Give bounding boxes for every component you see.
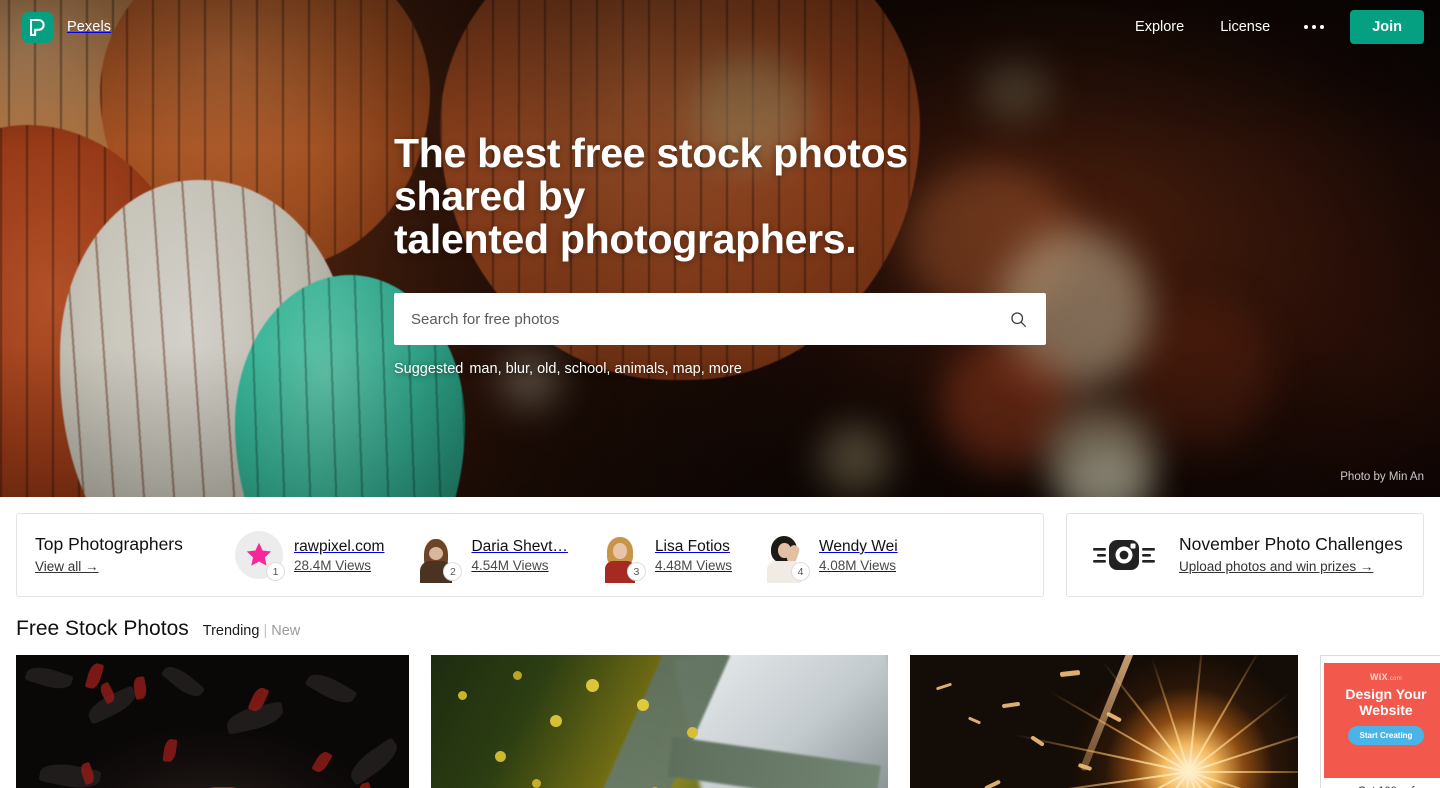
suggested-tag-map[interactable]: map — [673, 361, 701, 377]
ad-brand: WiX.com — [1369, 672, 1403, 682]
join-button[interactable]: Join — [1350, 10, 1424, 44]
avatar: 2 — [412, 531, 463, 583]
ad-body: WiX.com Design Your Website Start Creati… — [1324, 663, 1440, 778]
photographer-info: rawpixel.com 28.4M Views — [294, 537, 384, 573]
hero-banner: Pexels Explore License Join The best fre… — [0, 0, 1440, 497]
photographer-item-lisa[interactable]: 3 Lisa Fotios 4.48M Views — [596, 531, 732, 583]
photographer-item-daria[interactable]: 2 Daria Shevt… 4.54M Views — [412, 531, 568, 583]
top-photographers-header: Top Photographers View all → — [35, 534, 207, 576]
hero-title: The best free stock photos shared by tal… — [394, 130, 1046, 263]
ad-footer-text: Get 100s of — [1321, 784, 1440, 788]
top-photographers-title: Top Photographers — [35, 534, 183, 555]
brand-name: Pexels — [67, 19, 112, 35]
search-input[interactable] — [394, 293, 1046, 346]
ad-headline: Design Your Website — [1345, 686, 1427, 718]
photographer-info: Lisa Fotios 4.48M Views — [655, 537, 732, 573]
suggested-label: Suggested — [394, 361, 464, 378]
hero-title-line-1: The best free stock photos shared by — [394, 130, 908, 220]
suggested-tag-blur[interactable]: blur — [506, 361, 529, 377]
search-icon[interactable] — [998, 293, 1038, 345]
brand-home-link[interactable]: Pexels — [22, 11, 112, 43]
free-stock-photos-header: Free Stock Photos Trending | New — [0, 597, 1440, 641]
photo-thumbnail — [431, 655, 888, 788]
ad-headline-line-1: Design Your — [1345, 686, 1427, 702]
rank-badge: 1 — [266, 562, 285, 581]
photographer-views: 28.4M Views — [294, 558, 372, 574]
hero-content: The best free stock photos shared by tal… — [394, 130, 1046, 378]
section-title: Free Stock Photos — [16, 617, 189, 640]
camera-icon — [1089, 535, 1161, 575]
ad-cta-button[interactable]: Start Creating — [1347, 726, 1425, 746]
nav-link-license[interactable]: License — [1202, 11, 1288, 43]
photographer-views: 4.08M Views — [818, 558, 897, 574]
suggested-tag-more[interactable]: more — [709, 361, 742, 377]
photo-challenges-title: November Photo Challenges — [1179, 534, 1403, 555]
photographer-views: 4.48M Views — [654, 558, 732, 574]
avatar: 1 — [235, 531, 285, 581]
tab-new[interactable]: New — [271, 623, 300, 639]
avatar: 3 — [596, 531, 646, 583]
pexels-logo-icon — [22, 11, 53, 43]
photographer-name: Daria Shevt… — [471, 537, 568, 555]
photographer-item-wendy[interactable]: 4 Wendy Wei 4.08M Views — [760, 531, 898, 583]
feature-strip: Top Photographers View all → 1 rawpixel.… — [0, 497, 1440, 597]
photo-credit: Photo by Min An — [1340, 471, 1424, 483]
tab-trending[interactable]: Trending — [203, 623, 260, 639]
photographer-name: Wendy Wei — [818, 537, 898, 555]
photographer-name: Lisa Fotios — [654, 537, 730, 555]
photographer-name: rawpixel.com — [294, 537, 385, 555]
photographer-info: Daria Shevt… 4.54M Views — [471, 537, 567, 573]
view-all-link[interactable]: View all → — [35, 559, 99, 574]
hero-title-line-2: talented photographers. — [394, 216, 857, 263]
nav-link-explore[interactable]: Explore — [1117, 11, 1202, 43]
upload-photos-link[interactable]: Upload photos and win prizes → — [1179, 559, 1373, 574]
suggested-tag-animals[interactable]: animals — [614, 361, 664, 377]
photo-thumbnail — [16, 655, 409, 788]
nav-right-group: Explore License Join — [1117, 10, 1424, 44]
ellipsis-icon[interactable] — [1288, 15, 1340, 39]
top-photographers-card: Top Photographers View all → 1 rawpixel.… — [16, 513, 1044, 597]
rank-badge: 3 — [626, 562, 646, 581]
photo-grid: WiX.com Design Your Website Start Creati… — [0, 641, 1440, 788]
photo-tile-sparkler[interactable] — [910, 655, 1298, 788]
suggested-tag-man[interactable]: man — [469, 361, 497, 377]
rank-badge: 2 — [443, 562, 463, 581]
avatar: 4 — [760, 531, 810, 583]
photo-tile-woman-foliage[interactable] — [16, 655, 409, 788]
photographer-item-rawpixel[interactable]: 1 rawpixel.com 28.4M Views — [235, 531, 384, 581]
photo-challenges-text: November Photo Challenges Upload photos … — [1179, 534, 1403, 576]
photo-challenges-card[interactable]: November Photo Challenges Upload photos … — [1066, 513, 1424, 597]
photographer-info: Wendy Wei 4.08M Views — [819, 537, 898, 573]
ad-headline-line-2: Website — [1359, 701, 1413, 718]
top-navigation-bar: Pexels Explore License Join — [0, 0, 1440, 54]
photographer-views: 4.54M Views — [471, 558, 549, 574]
advertisement-banner[interactable]: WiX.com Design Your Website Start Creati… — [1320, 655, 1440, 788]
section-tabs: Trending | New — [203, 623, 301, 639]
suggested-tag-old[interactable]: old — [537, 361, 556, 377]
search-bar — [394, 293, 1046, 346]
suggested-searches: Suggested man, blur, old, school, animals… — [394, 361, 742, 378]
suggested-tag-school[interactable]: school — [565, 361, 607, 377]
rank-badge: 4 — [790, 562, 810, 581]
photo-thumbnail — [910, 655, 1298, 788]
photo-tile-aerial-river[interactable] — [431, 655, 888, 788]
tab-separator: | — [263, 623, 268, 639]
